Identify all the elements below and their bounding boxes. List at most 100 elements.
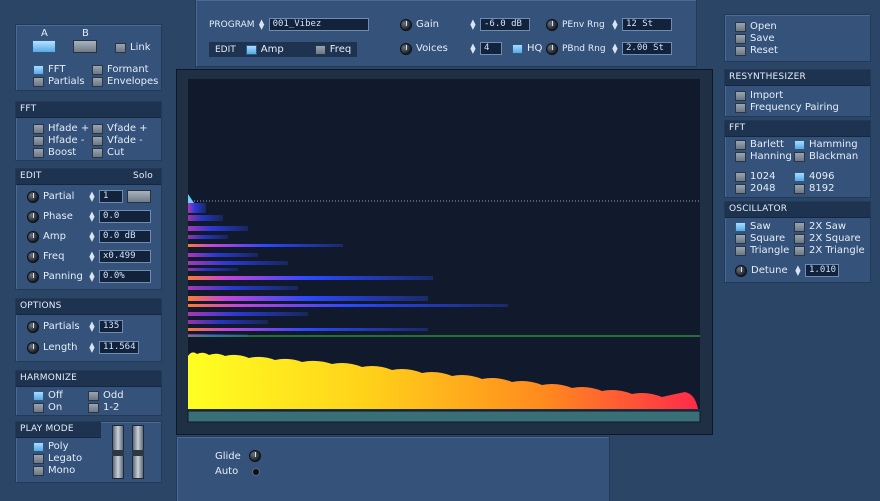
partial-band-15 — [188, 328, 428, 331]
phase-label: Phase — [43, 211, 73, 222]
oscillator-panel: OSCILLATOR Saw 2X Saw Square 2X Square T… — [724, 201, 871, 283]
penv-field[interactable]: 12 St — [622, 18, 672, 31]
square-button[interactable] — [735, 233, 746, 244]
harmonize-on-button[interactable] — [33, 402, 44, 413]
envelopes-view-toggle[interactable] — [92, 76, 103, 87]
hamming-button[interactable] — [794, 139, 805, 150]
freq-pairing-button[interactable] — [735, 102, 746, 113]
freq-spinner-icon[interactable]: ▲ ▼ — [89, 250, 95, 262]
solo-button[interactable] — [127, 190, 151, 203]
legato-button[interactable] — [33, 453, 44, 464]
panning-knob-icon[interactable] — [27, 270, 39, 283]
phase-knob-icon[interactable] — [27, 210, 39, 223]
cut-button[interactable] — [92, 147, 103, 158]
triangle2x-button[interactable] — [794, 245, 805, 256]
voices-spinner-icon[interactable]: ▲ ▼ — [470, 42, 476, 54]
amp-spinner-icon[interactable]: ▲ ▼ — [89, 230, 95, 242]
pbnd-field[interactable]: 2.00 St — [622, 42, 672, 55]
panning-spinner-icon[interactable]: ▲ ▼ — [89, 270, 95, 282]
b-button[interactable] — [73, 40, 97, 53]
blackman-button[interactable] — [794, 151, 805, 162]
freq-knob-icon[interactable] — [27, 250, 39, 263]
poly-button[interactable] — [33, 441, 44, 452]
playmode-slider-right[interactable] — [132, 425, 144, 479]
voices-field[interactable]: 4 — [480, 42, 502, 55]
edit-header: EDIT Solo — [16, 169, 161, 185]
fft-view-toggle[interactable] — [33, 64, 44, 75]
barlett-button[interactable] — [735, 139, 746, 150]
import-button[interactable] — [735, 90, 746, 101]
amp-knob-icon[interactable] — [27, 230, 39, 243]
size-8192-button[interactable] — [794, 183, 805, 194]
boost-button[interactable] — [33, 147, 44, 158]
program-spinner-icon[interactable]: ▲ ▼ — [259, 18, 265, 30]
spectrum-display[interactable] — [177, 70, 714, 436]
harmonize-12-label: 1-2 — [103, 402, 120, 413]
save-button[interactable] — [735, 33, 746, 44]
pbnd-knob-icon[interactable] — [546, 42, 558, 55]
hfade-plus-button[interactable] — [33, 123, 44, 134]
program-field[interactable]: 001_Vibez — [268, 18, 369, 31]
playmode-slider-left[interactable] — [112, 425, 124, 479]
partial-band-14 — [188, 320, 268, 324]
square2x-button[interactable] — [794, 233, 805, 244]
partial-band-8 — [188, 268, 238, 271]
link-toggle[interactable] — [115, 42, 126, 53]
partials-spinner-icon[interactable]: ▲ ▼ — [89, 320, 95, 332]
detune-knob-icon[interactable] — [735, 264, 747, 277]
hanning-button[interactable] — [735, 151, 746, 162]
freq-mode-button[interactable] — [314, 44, 326, 55]
mono-button[interactable] — [33, 465, 44, 476]
hq-toggle[interactable] — [512, 43, 523, 54]
gain-field[interactable]: -6.0 dB — [480, 18, 530, 31]
partial-knob-icon[interactable] — [27, 190, 39, 203]
formant-view-label: Formant — [107, 64, 149, 75]
vfade-minus-button[interactable] — [92, 135, 103, 146]
resynth-title: RESYNTHESIZER — [725, 70, 870, 86]
detune-spinner-icon[interactable]: ▲ ▼ — [795, 264, 801, 276]
glide-knob-icon[interactable] — [249, 450, 261, 462]
partials-knob-icon[interactable] — [27, 320, 39, 333]
panning-field[interactable]: 0.0% — [99, 270, 151, 283]
a-button[interactable] — [32, 40, 56, 53]
harmonize-off-button[interactable] — [33, 390, 44, 401]
size-4096-button[interactable] — [794, 171, 805, 182]
partials-view-toggle[interactable] — [33, 76, 44, 87]
freq-field[interactable]: x0.499 — [99, 250, 151, 263]
partials-count-field[interactable]: 135 — [99, 320, 123, 333]
hfade-minus-label: Hfade - — [48, 135, 85, 146]
partial-spinner-icon[interactable]: ▲ ▼ — [89, 190, 95, 202]
voices-knob-icon[interactable] — [400, 42, 412, 55]
auto-led-icon[interactable] — [252, 467, 260, 476]
amp-mode-button[interactable] — [245, 44, 257, 55]
vfade-minus-label: Vfade - — [107, 135, 143, 146]
harmonize-odd-button[interactable] — [88, 390, 99, 401]
open-button[interactable] — [735, 21, 746, 32]
detune-field[interactable]: 1.010 — [805, 264, 839, 277]
phase-field[interactable]: 0.0 — [99, 210, 151, 223]
penv-knob-icon[interactable] — [546, 18, 558, 31]
penv-spinner-icon[interactable]: ▲ ▼ — [612, 18, 618, 30]
length-field[interactable]: 11.564 — [99, 341, 139, 354]
partial-field[interactable]: 1 — [99, 190, 123, 203]
length-knob-icon[interactable] — [27, 341, 39, 354]
length-spinner-icon[interactable]: ▲ ▼ — [89, 341, 95, 353]
saw2x-button[interactable] — [794, 221, 805, 232]
formant-view-toggle[interactable] — [92, 64, 103, 75]
gain-spinner-icon[interactable]: ▲ ▼ — [470, 18, 476, 30]
b-label: B — [82, 28, 89, 39]
saw-button[interactable] — [735, 221, 746, 232]
triangle-button[interactable] — [735, 245, 746, 256]
amp-field[interactable]: 0.0 dB — [99, 230, 151, 243]
size-2048-button[interactable] — [735, 183, 746, 194]
harmonize-12-button[interactable] — [88, 402, 99, 413]
gain-knob-icon[interactable] — [400, 18, 412, 31]
reset-button[interactable] — [735, 45, 746, 56]
size-1024-button[interactable] — [735, 171, 746, 182]
vfade-plus-button[interactable] — [92, 123, 103, 134]
reset-label: Reset — [750, 45, 778, 56]
pbnd-spinner-icon[interactable]: ▲ ▼ — [612, 42, 618, 54]
partials-count-label: Partials — [43, 321, 80, 332]
phase-spinner-icon[interactable]: ▲ ▼ — [89, 210, 95, 222]
hfade-minus-button[interactable] — [33, 135, 44, 146]
